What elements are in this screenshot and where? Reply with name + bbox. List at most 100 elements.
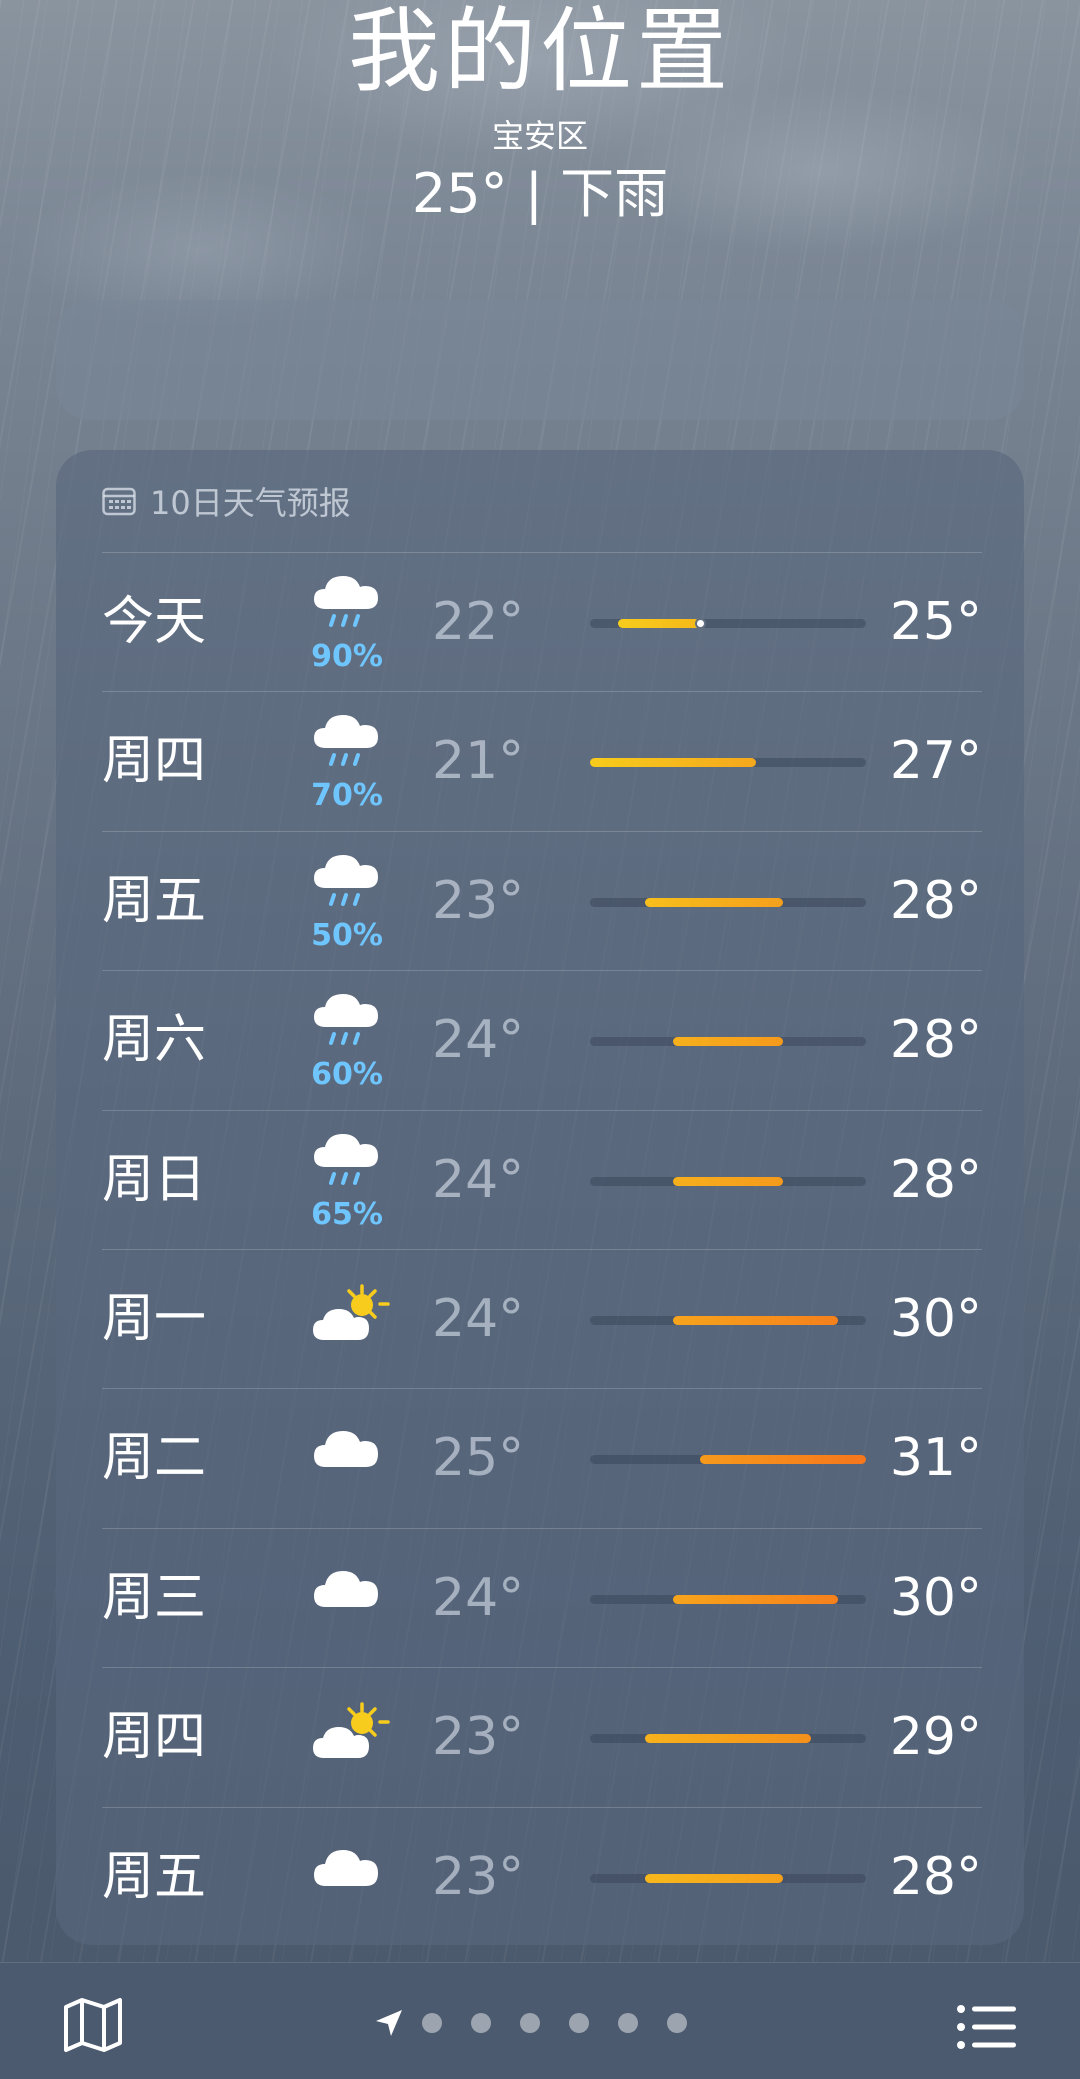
temp-range-bar (645, 897, 784, 907)
forecast-row[interactable]: 周一 24° 30° (102, 1248, 982, 1389)
ten-day-forecast-card[interactable]: 10日天气预报 今天 90% 22° 25° 周四 70% 21° 27° 周五 50% 23° 28… (56, 450, 1024, 1945)
cloud-rain-icon (314, 854, 378, 906)
weather-icon-container: 90% (282, 553, 412, 692)
list-icon[interactable] (956, 2003, 1018, 2051)
page-dot[interactable] (667, 2013, 687, 2033)
high-temp: 28° (889, 1010, 982, 1071)
low-temp: 23° (432, 870, 525, 931)
forecast-row[interactable]: 周四 70% 21° 27° (102, 691, 982, 830)
summary-card (56, 300, 1024, 420)
forecast-day-label: 周四 (102, 1707, 207, 1768)
precipitation-chance: 70% (311, 778, 383, 814)
temp-range-bar (617, 619, 701, 628)
page-dot[interactable] (569, 2013, 589, 2033)
weather-icon-container: 60% (282, 971, 412, 1110)
temp-range-bar (672, 1315, 839, 1325)
forecast-rows: 今天 90% 22° 25° 周四 70% 21° 27° 周五 50% 23° 28° 周六 60% 24… (102, 552, 982, 1946)
map-icon[interactable] (62, 1997, 124, 2053)
location-subtitle: 宝安区 (491, 117, 588, 155)
forecast-header: 10日天气预报 (102, 476, 351, 526)
high-temp: 29° (889, 1707, 982, 1768)
high-temp: 28° (889, 870, 982, 931)
precipitation-chance: 60% (311, 1057, 383, 1093)
temp-range-track (590, 758, 866, 768)
forecast-row[interactable]: 周六 60% 24° 28° (102, 970, 982, 1109)
weather-icon-container: 50% (282, 832, 412, 971)
weather-icon-container (282, 1529, 412, 1668)
temp-range-track (590, 1315, 866, 1325)
temp-range-bar (700, 1455, 866, 1465)
temp-range-track (590, 1176, 866, 1186)
forecast-row[interactable]: 周二 25° 31° (102, 1388, 982, 1527)
partly-sunny-icon (313, 1702, 390, 1759)
partly-sunny-icon (313, 1284, 390, 1340)
location-arrow-icon[interactable] (374, 2008, 404, 2038)
forecast-day-label: 周三 (102, 1567, 207, 1628)
low-temp: 24° (432, 1288, 525, 1349)
forecast-day-label: 周四 (102, 731, 207, 792)
temp-range-track (590, 897, 866, 907)
forecast-row[interactable]: 周日 65% 24° 28° (102, 1109, 982, 1250)
high-temp: 30° (889, 1567, 982, 1628)
high-temp: 28° (889, 1149, 982, 1210)
temp-range-track (590, 618, 866, 629)
temp-range-track (590, 1734, 866, 1744)
forecast-row[interactable]: 周四 23° 29° (102, 1667, 982, 1806)
current-conditions: 25° | 下雨 (411, 162, 669, 225)
weather-icon-container: 65% (282, 1111, 412, 1250)
weather-icon-container (282, 1389, 412, 1528)
location-header: 我的位置 宝安区 25° | 下雨 (0, 0, 1080, 226)
low-temp: 23° (432, 1707, 525, 1768)
forecast-day-label: 周六 (102, 1010, 207, 1071)
cloud-rain-icon (314, 576, 378, 627)
temp-range-track (590, 1594, 866, 1604)
cloud-icon (314, 1570, 378, 1607)
forecast-day-label: 周五 (102, 870, 207, 931)
forecast-day-label: 周一 (102, 1288, 207, 1349)
temp-range-bar (645, 1734, 811, 1744)
page-indicator[interactable] (374, 2007, 716, 2039)
page-dots (422, 2013, 716, 2033)
low-temp: 25° (432, 1428, 525, 1489)
cloud-icon (314, 1431, 378, 1468)
forecast-header-label: 10日天气预报 (150, 484, 351, 522)
page-dot[interactable] (471, 2013, 491, 2033)
forecast-row[interactable]: 今天 90% 22° 25° (102, 552, 982, 691)
page-dot[interactable] (520, 2013, 540, 2033)
forecast-day-label: 周日 (102, 1149, 207, 1210)
weather-icon-container: 70% (282, 692, 412, 831)
weather-icon-container (282, 1250, 412, 1389)
weather-icon-container (282, 1808, 412, 1947)
low-temp: 24° (432, 1010, 525, 1071)
low-temp: 24° (432, 1567, 525, 1628)
forecast-row[interactable]: 周五 50% 23° 28° (102, 830, 982, 971)
temp-range-bar (645, 1873, 784, 1883)
forecast-day-label: 周二 (102, 1428, 207, 1489)
high-temp: 31° (889, 1428, 982, 1489)
high-temp: 25° (889, 592, 982, 652)
low-temp: 24° (432, 1149, 525, 1210)
weather-icon-container (282, 1668, 412, 1807)
temp-range-track (590, 1455, 866, 1465)
page-dot[interactable] (618, 2013, 638, 2033)
low-temp: 23° (432, 1846, 525, 1907)
high-temp: 27° (889, 731, 982, 792)
temp-range-track (590, 1037, 866, 1047)
page-dot[interactable] (422, 2013, 442, 2033)
cloud-rain-icon (314, 1133, 378, 1185)
temp-range-bar (672, 1594, 839, 1604)
page-title: 我的位置 (347, 0, 732, 105)
cloud-rain-icon (314, 994, 378, 1046)
temp-range-track (590, 1873, 866, 1883)
forecast-row[interactable]: 周三 24° 30° (102, 1527, 982, 1668)
forecast-day-label: 今天 (102, 592, 207, 652)
temp-range-bar (672, 1037, 784, 1047)
forecast-row[interactable]: 周五 23° 28° (102, 1806, 982, 1947)
precipitation-chance: 90% (311, 639, 383, 674)
temp-range-bar (672, 1176, 784, 1186)
cloud-rain-icon (314, 715, 378, 767)
calendar-icon (102, 487, 136, 516)
low-temp: 21° (432, 731, 525, 792)
forecast-day-label: 周五 (102, 1846, 207, 1907)
temp-range-bar (590, 758, 756, 768)
